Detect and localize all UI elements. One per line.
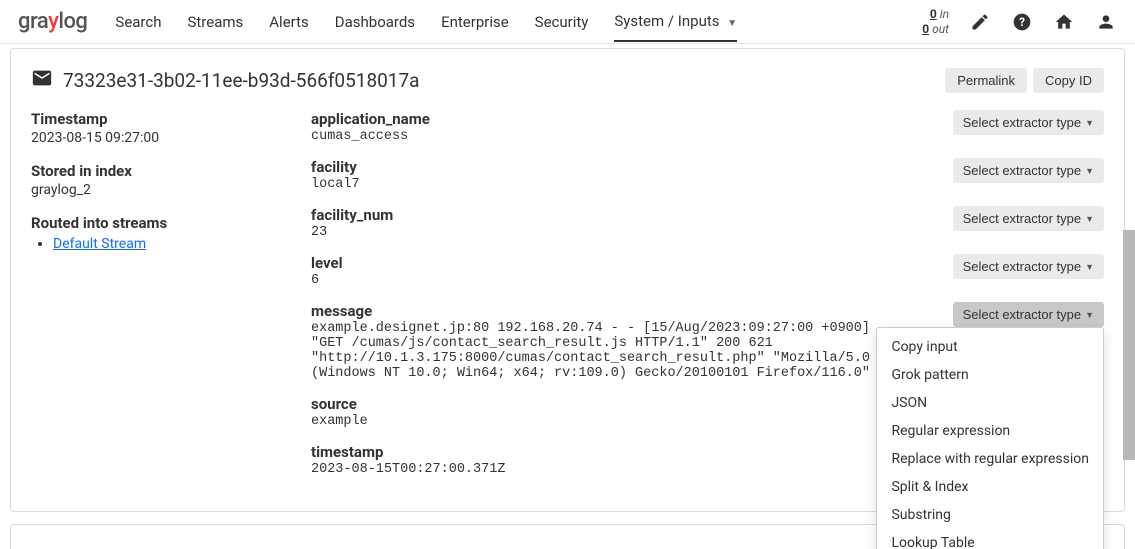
chevron-down-icon: ▼ <box>727 18 737 29</box>
field-application_name: application_namecumas_accessSelect extra… <box>311 110 1104 144</box>
message-meta-column: Timestamp 2023-08-15 09:27:00 Stored in … <box>31 110 271 491</box>
nav-dashboards[interactable]: Dashboards <box>335 3 415 41</box>
stats-out-num: 0 <box>922 22 929 36</box>
nav-system-inputs-label: System / Inputs <box>614 12 719 30</box>
nav-streams[interactable]: Streams <box>187 3 243 41</box>
stats-out-label: out <box>932 22 949 36</box>
logo[interactable]: graylog <box>18 9 87 34</box>
select-extractor-type-button[interactable]: Select extractor type▼ <box>953 302 1104 327</box>
stream-list: Default Stream <box>31 236 271 252</box>
logo-part-y: y <box>48 9 58 34</box>
home-icon[interactable] <box>1053 11 1075 33</box>
nav-enterprise[interactable]: Enterprise <box>441 3 509 41</box>
select-extractor-type-label: Select extractor type <box>963 307 1082 322</box>
dropdown-item-regular-expression[interactable]: Regular expression <box>877 417 1103 445</box>
field-value: example.designet.jp:80 192.168.20.74 - -… <box>311 321 871 381</box>
help-icon[interactable]: ? <box>1011 11 1033 33</box>
timestamp-label: Timestamp <box>31 110 271 128</box>
message-title: 73323e31-3b02-11ee-b93d-566f0518017a <box>31 67 420 94</box>
field-message: messageexample.designet.jp:80 192.168.20… <box>311 302 1104 381</box>
top-nav: graylog Search Streams Alerts Dashboards… <box>0 0 1135 44</box>
select-extractor-type-button[interactable]: Select extractor type▼ <box>953 254 1104 279</box>
logo-part-log: log <box>58 9 87 34</box>
message-columns: Timestamp 2023-08-15 09:27:00 Stored in … <box>31 110 1104 491</box>
content: 73323e31-3b02-11ee-b93d-566f0518017a Per… <box>0 44 1135 549</box>
chevron-down-icon: ▼ <box>1085 118 1094 128</box>
chevron-down-icon: ▼ <box>1085 310 1094 320</box>
field-value: 2023-08-15T00:27:00.371Z <box>311 462 871 477</box>
dropdown-item-lookup-table[interactable]: Lookup Table <box>877 529 1103 549</box>
meta-timestamp: Timestamp 2023-08-15 09:27:00 <box>31 110 271 146</box>
dropdown-item-grok-pattern[interactable]: Grok pattern <box>877 361 1103 389</box>
dropdown-item-split-index[interactable]: Split & Index <box>877 473 1103 501</box>
field-value: 6 <box>311 273 871 288</box>
dropdown-item-copy-input[interactable]: Copy input <box>877 333 1103 361</box>
message-header: 73323e31-3b02-11ee-b93d-566f0518017a Per… <box>31 67 1104 94</box>
throughput-stats: 0 in 0 out <box>922 7 949 36</box>
envelope-icon <box>31 67 53 94</box>
nav-security[interactable]: Security <box>535 3 589 41</box>
nav-right: 0 in 0 out ? <box>922 7 1117 36</box>
select-extractor-type-label: Select extractor type <box>963 259 1082 274</box>
message-fields-column: application_namecumas_accessSelect extra… <box>311 110 1104 491</box>
dropdown-item-json[interactable]: JSON <box>877 389 1103 417</box>
chevron-down-icon: ▼ <box>1085 166 1094 176</box>
field-facility: facilitylocal7Select extractor type▼ <box>311 158 1104 192</box>
meta-stored-index: Stored in index graylog_2 <box>31 162 271 198</box>
extractor-type-dropdown: Copy inputGrok patternJSONRegular expres… <box>876 327 1104 549</box>
message-actions: Permalink Copy ID <box>945 68 1104 93</box>
scrollbar[interactable] <box>1123 230 1135 460</box>
permalink-button[interactable]: Permalink <box>945 68 1027 93</box>
meta-routed-streams: Routed into streams Default Stream <box>31 214 271 252</box>
nav-system-inputs[interactable]: System / Inputs ▼ <box>614 2 737 42</box>
dropdown-item-replace-with-regular-expression[interactable]: Replace with regular expression <box>877 445 1103 473</box>
select-extractor-type-button[interactable]: Select extractor type▼ <box>953 206 1104 231</box>
chevron-down-icon: ▼ <box>1085 214 1094 224</box>
stats-in-num: 0 <box>930 7 937 21</box>
dropdown-item-substring[interactable]: Substring <box>877 501 1103 529</box>
field-value: local7 <box>311 177 871 192</box>
svg-text:?: ? <box>1019 15 1025 29</box>
nav-links: Search Streams Alerts Dashboards Enterpr… <box>115 2 922 42</box>
chevron-down-icon: ▼ <box>1085 262 1094 272</box>
edit-icon[interactable] <box>969 11 991 33</box>
select-extractor-type-label: Select extractor type <box>963 163 1082 178</box>
copy-id-button[interactable]: Copy ID <box>1033 68 1104 93</box>
field-value: 23 <box>311 225 871 240</box>
field-facility_num: facility_num23Select extractor type▼ <box>311 206 1104 240</box>
user-icon[interactable] <box>1095 11 1117 33</box>
logo-part-gra: gra <box>18 9 48 34</box>
field-value: cumas_access <box>311 129 871 144</box>
nav-search[interactable]: Search <box>115 3 161 41</box>
message-panel: 73323e31-3b02-11ee-b93d-566f0518017a Per… <box>10 48 1125 512</box>
select-extractor-type-button[interactable]: Select extractor type▼ <box>953 110 1104 135</box>
stats-in-label: in <box>940 7 949 21</box>
select-extractor-type-label: Select extractor type <box>963 211 1082 226</box>
select-extractor-type-label: Select extractor type <box>963 115 1082 130</box>
stored-value: graylog_2 <box>31 182 271 198</box>
message-id: 73323e31-3b02-11ee-b93d-566f0518017a <box>63 69 420 92</box>
field-level: level6Select extractor type▼ <box>311 254 1104 288</box>
routed-label: Routed into streams <box>31 214 271 232</box>
nav-alerts[interactable]: Alerts <box>269 3 309 41</box>
select-extractor-type-button[interactable]: Select extractor type▼ <box>953 158 1104 183</box>
default-stream-link[interactable]: Default Stream <box>53 236 146 252</box>
stored-label: Stored in index <box>31 162 271 180</box>
field-value: example <box>311 414 871 429</box>
timestamp-value: 2023-08-15 09:27:00 <box>31 130 271 146</box>
